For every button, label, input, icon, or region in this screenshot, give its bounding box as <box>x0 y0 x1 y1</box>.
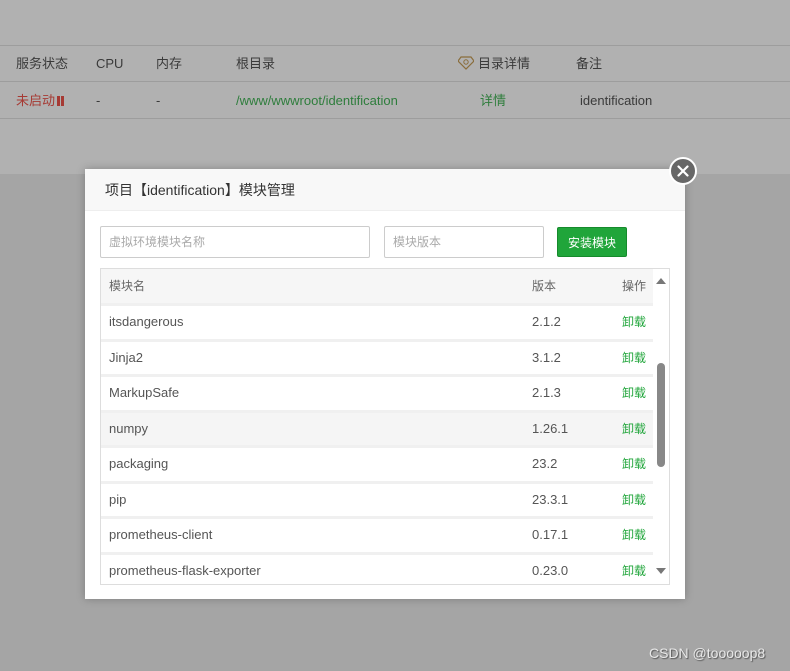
uninstall-link[interactable]: 卸载 <box>622 484 646 516</box>
module-name: Jinja2 <box>109 349 143 365</box>
uninstall-link[interactable]: 卸载 <box>622 306 646 338</box>
module-version-input[interactable] <box>384 226 544 258</box>
install-module-button[interactable]: 安装模块 <box>557 227 627 257</box>
module-version: 1.26.1 <box>532 420 569 436</box>
header-root: 根目录 <box>236 56 276 71</box>
close-dialog-button[interactable] <box>669 157 697 185</box>
cpu-value: - <box>96 93 101 108</box>
memory-value: - <box>156 93 161 108</box>
diamond-icon <box>458 56 474 70</box>
header-detail: 目录详情 <box>458 46 530 82</box>
header-status: 服务状态 <box>16 56 69 71</box>
module-version: 2.1.3 <box>532 385 561 400</box>
module-row: MarkupSafe 2.1.3 卸载 <box>101 374 654 410</box>
uninstall-link[interactable]: 卸载 <box>622 555 646 585</box>
site-table: 服务状态 CPU 内存 根目录 目录详情 备注 未启动 - - /www/www… <box>0 45 790 119</box>
module-row: pip 23.3.1 卸载 <box>101 480 654 516</box>
module-name-input[interactable] <box>100 226 370 258</box>
module-table-header: 模块名 版本 操作 <box>101 269 654 303</box>
uninstall-link[interactable]: 卸载 <box>622 519 646 551</box>
scroll-up-arrow-icon[interactable] <box>656 278 666 284</box>
module-management-dialog: 项目【identification】模块管理 安装模块 模块名 版本 操作 it… <box>85 169 685 599</box>
status-label: 未启动 <box>16 93 56 108</box>
header-detail-label: 目录详情 <box>478 56 531 71</box>
dialog-title: 项目【identification】模块管理 <box>85 169 685 211</box>
site-table-header: 服务状态 CPU 内存 根目录 目录详情 备注 <box>0 45 790 81</box>
detail-link[interactable]: 详情 <box>480 82 506 120</box>
module-version: 23.3.1 <box>532 491 569 507</box>
module-row: packaging 23.2 卸载 <box>101 445 654 481</box>
uninstall-link[interactable]: 卸载 <box>622 342 646 374</box>
header-note: 备注 <box>576 56 603 71</box>
module-row: Jinja2 3.1.2 卸载 <box>101 338 654 374</box>
module-version: 0.17.1 <box>532 527 569 542</box>
module-version: 23.2 <box>532 456 558 471</box>
close-icon <box>677 165 689 177</box>
pause-icon <box>57 96 65 106</box>
module-table-body: itsdangerous 2.1.2 卸载 Jinja2 3.1.2 卸载 MarkupSa… <box>101 303 669 585</box>
uninstall-link[interactable]: 卸载 <box>622 413 646 445</box>
module-table: 模块名 版本 操作 itsdangerous 2.1.2 卸载 Jinja2 3.1.2… <box>100 268 670 585</box>
root-path-link[interactable]: /www/wwwroot/identification <box>236 82 398 120</box>
table-scrollbar[interactable] <box>653 269 669 584</box>
module-row: numpy 1.26.1 卸载 <box>101 409 654 445</box>
header-module-name: 模块名 <box>109 279 146 293</box>
header-cpu: CPU <box>96 56 124 71</box>
module-name: prometheus-flask-exporter <box>109 562 261 578</box>
module-name: itsdangerous <box>109 314 184 329</box>
note-value[interactable]: identification <box>580 82 652 120</box>
module-name: packaging <box>109 456 169 471</box>
module-version: 3.1.2 <box>532 349 561 365</box>
header-memory: 内存 <box>156 56 183 71</box>
module-row: prometheus-client 0.17.1 卸载 <box>101 516 654 552</box>
scroll-down-arrow-icon[interactable] <box>656 568 666 574</box>
module-name: numpy <box>109 420 149 436</box>
module-version: 0.23.0 <box>532 562 569 578</box>
watermark: CSDN @tooooop8 <box>649 645 766 661</box>
module-version: 2.1.2 <box>532 314 561 329</box>
module-name: prometheus-client <box>109 527 213 542</box>
uninstall-link[interactable]: 卸载 <box>622 448 646 480</box>
status-stopped[interactable]: 未启动 <box>16 82 65 120</box>
scrollbar-thumb[interactable] <box>657 363 665 467</box>
module-row: itsdangerous 2.1.2 卸载 <box>101 303 654 339</box>
header-version: 版本 <box>532 279 557 293</box>
module-row: prometheus-flask-exporter 0.23.0 卸载 <box>101 551 654 585</box>
module-name: pip <box>109 491 127 507</box>
module-name: MarkupSafe <box>109 385 180 400</box>
header-action: 操作 <box>622 279 647 293</box>
uninstall-link[interactable]: 卸载 <box>622 377 646 409</box>
site-row: 未启动 - - /www/wwwroot/identification 详情 i… <box>0 81 790 119</box>
